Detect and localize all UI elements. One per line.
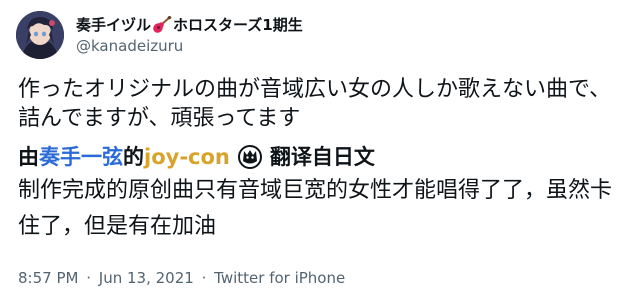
guitar-icon <box>152 15 172 34</box>
tweet-source[interactable]: Twitter for iPhone <box>214 269 345 287</box>
translation-source-label: 翻译自日文 <box>269 145 375 169</box>
translator-name[interactable]: 奏手一弦 <box>39 143 123 171</box>
translation-text: 制作完成的原创曲只有音域巨宽的女性才能唱得了了，虽然卡住了，但是有在加油 <box>18 178 613 239</box>
tweet-text: 作ったオリジナルの曲が音域広い女の人しか歌えない曲で、詰んでますが、頑張ってます <box>18 77 612 131</box>
tweet-meta: 8:57 PM · Jun 13, 2021 · Twitter for iPh… <box>18 268 345 288</box>
display-name-text: 奏手イヅル <box>76 16 152 34</box>
user-handle[interactable]: @kanadeizuru <box>76 36 183 56</box>
translation-heading: 由 奏手一弦 的 joy-con 翻译自日文 <box>18 143 375 171</box>
meta-separator: · <box>86 269 92 287</box>
translation-by-label: 由 <box>18 145 39 169</box>
wolf-logo-icon <box>237 145 262 169</box>
display-name[interactable]: 奏手イヅル ホロスターズ1期生 <box>76 15 303 35</box>
avatar[interactable] <box>16 11 64 59</box>
meta-separator-2: · <box>201 269 207 287</box>
display-name-suffix: ホロスターズ1期生 <box>173 16 303 34</box>
translation-possessive: 的 <box>123 145 144 169</box>
tweet-date[interactable]: Jun 13, 2021 <box>99 269 194 287</box>
translator-brand[interactable]: joy-con <box>144 143 230 171</box>
tweet-time[interactable]: 8:57 PM <box>18 269 78 287</box>
